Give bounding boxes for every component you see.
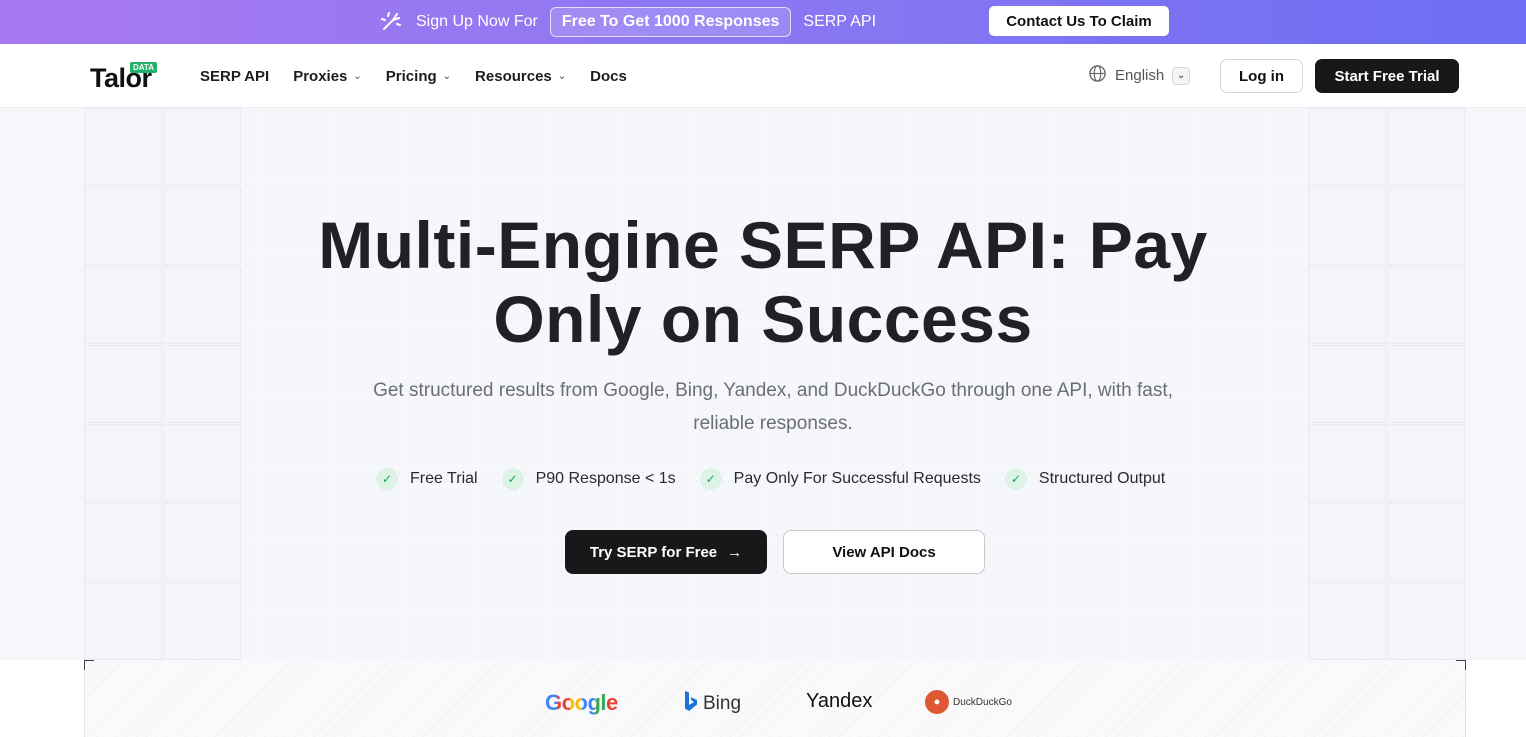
nav-item-pricing[interactable]: Pricing ⌄ [386, 68, 451, 85]
nav-item-docs[interactable]: Docs [590, 68, 627, 85]
nav-item-proxies[interactable]: Proxies ⌄ [293, 68, 362, 85]
hero-content: Multi-Engine SERP API: Pay Only on Succe… [0, 108, 1526, 660]
corner-mark [1456, 660, 1466, 670]
hero-title: Multi-Engine SERP API: Pay Only on Succe… [318, 208, 1208, 356]
check-icon: ✓ [699, 468, 722, 490]
chevron-down-icon: ⌄ [1172, 66, 1191, 85]
language-label: English [1115, 67, 1165, 84]
hero-section: Multi-Engine SERP API: Pay Only on Succe… [0, 108, 1526, 660]
arrow-right-icon: → [727, 543, 743, 561]
search-engines-strip: Google Bing Yandex ● DuckDuckGo [84, 660, 1466, 737]
check-icon: ✓ [376, 468, 398, 490]
nav-item-resources[interactable]: Resources ⌄ [475, 68, 566, 85]
contact-claim-button[interactable]: Contact Us To Claim [989, 6, 1169, 36]
sparkle-icon [378, 9, 404, 35]
language-selector[interactable]: English ⌄ [1088, 64, 1191, 87]
try-serp-free-button[interactable]: Try SERP for Free → [565, 530, 767, 574]
duck-icon: ● [925, 690, 949, 714]
promo-lead-text: Sign Up Now For [416, 13, 538, 30]
hero-subtitle: Get structured results from Google, Bing… [373, 380, 1173, 434]
google-logo: Google [545, 690, 618, 715]
chevron-down-icon: ⌄ [353, 70, 362, 82]
check-icon: ✓ [1004, 468, 1027, 490]
feature-list: ✓ Free Trial ✓ P90 Response < 1s ✓ Pay O… [376, 468, 1165, 490]
feature-item: ✓ Structured Output [1004, 468, 1165, 490]
feature-item: ✓ Pay Only For Successful Requests [699, 468, 981, 490]
bing-icon [683, 690, 699, 718]
globe-icon [1088, 64, 1107, 87]
bing-logo: Bing [683, 690, 741, 718]
promo-highlight-pill: Free To Get 1000 Responses [549, 7, 792, 37]
duckduckgo-logo: ● DuckDuckGo [925, 690, 1012, 714]
chevron-down-icon: ⌄ [557, 70, 567, 82]
top-navbar: Talor DATA SERP API Proxies ⌄ Pricing ⌄ Re… [0, 44, 1526, 108]
view-api-docs-button[interactable]: View API Docs [783, 530, 985, 574]
feature-item: ✓ P90 Response < 1s [501, 468, 676, 490]
feature-item: ✓ Free Trial [376, 468, 478, 490]
nav-item-serp-api[interactable]: SERP API [200, 68, 269, 85]
login-button[interactable]: Log in [1220, 59, 1303, 93]
promo-message: Sign Up Now For Free To Get 1000 Respons… [378, 0, 876, 44]
corner-mark [84, 660, 94, 670]
main-nav: SERP API Proxies ⌄ Pricing ⌄ Resources ⌄ Do… [200, 44, 627, 108]
promo-product-text: SERP API [803, 13, 877, 30]
promo-bar: Sign Up Now For Free To Get 1000 Respons… [0, 0, 1526, 44]
yandex-logo: Yandex [806, 690, 873, 712]
logo-data-badge: DATA [130, 62, 158, 73]
check-icon: ✓ [501, 468, 524, 490]
start-free-trial-button[interactable]: Start Free Trial [1315, 59, 1459, 93]
chevron-down-icon: ⌄ [442, 70, 452, 82]
